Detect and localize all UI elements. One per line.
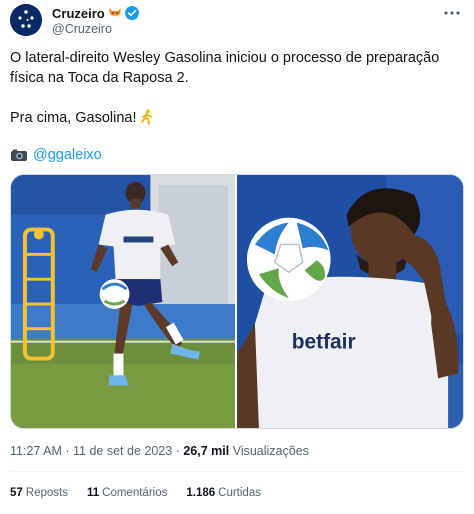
user-handle[interactable]: @Cruzeiro [52,22,112,36]
reposts-label: Reposts [25,487,68,499]
tweet-date[interactable]: 11 de set de 2023 [73,444,172,458]
photo-player-closeup[interactable]: betfair [237,175,463,428]
likes-label: Curtidas [218,487,261,499]
photo-credit: @ggaleixo [10,145,102,165]
jersey-sponsor-text: betfair [292,331,356,354]
comments-label: Comentários [102,487,168,499]
likes-stat[interactable]: 1.186 Curtidas [186,487,261,499]
meta-separator: · [65,444,70,458]
camera-emoji-icon [10,148,28,162]
verified-badge-icon [124,6,139,20]
tweet-header: Cruzeiro @Cruzeiro [10,4,464,38]
reposts-stat[interactable]: 57 Reposts [10,487,68,499]
mention-link[interactable]: @ggaleixo [33,145,102,165]
tweet-metadata: 11:27 AM · 11 de set de 2023 · 26,7 mil … [10,444,309,458]
media-gallery[interactable]: betfair [10,174,464,429]
more-options-icon[interactable] [442,6,462,20]
comments-count: 11 [86,487,100,499]
tweet-time[interactable]: 11:27 AM [10,444,62,458]
meta-separator-2: · [175,444,180,458]
avatar[interactable] [10,4,42,36]
views-count: 26,7 mil [183,444,230,458]
reposts-count: 57 [10,487,23,499]
engagement-stats: 57 Reposts 11 Comentários 1.186 Curtidas [10,487,280,499]
display-name[interactable]: Cruzeiro [52,6,105,21]
tweet-paragraph: O lateral-direito Wesley Gasolina inicio… [10,50,440,86]
comments-stat[interactable]: 11 Comentários [87,487,167,499]
photo-player-training-full[interactable] [11,175,235,428]
tweet-cheer-text: Pra cima, Gasolina! [10,110,137,126]
running-person-emoji-icon [140,109,154,125]
fox-emoji-icon [108,6,122,20]
tweet-text: O lateral-direito Wesley Gasolina inicio… [10,48,468,88]
likes-count: 1.186 [186,487,216,499]
divider [10,471,464,472]
views-label: Visualizações [232,444,309,458]
tweet-paragraph-2: Pra cima, Gasolina! [10,108,154,128]
